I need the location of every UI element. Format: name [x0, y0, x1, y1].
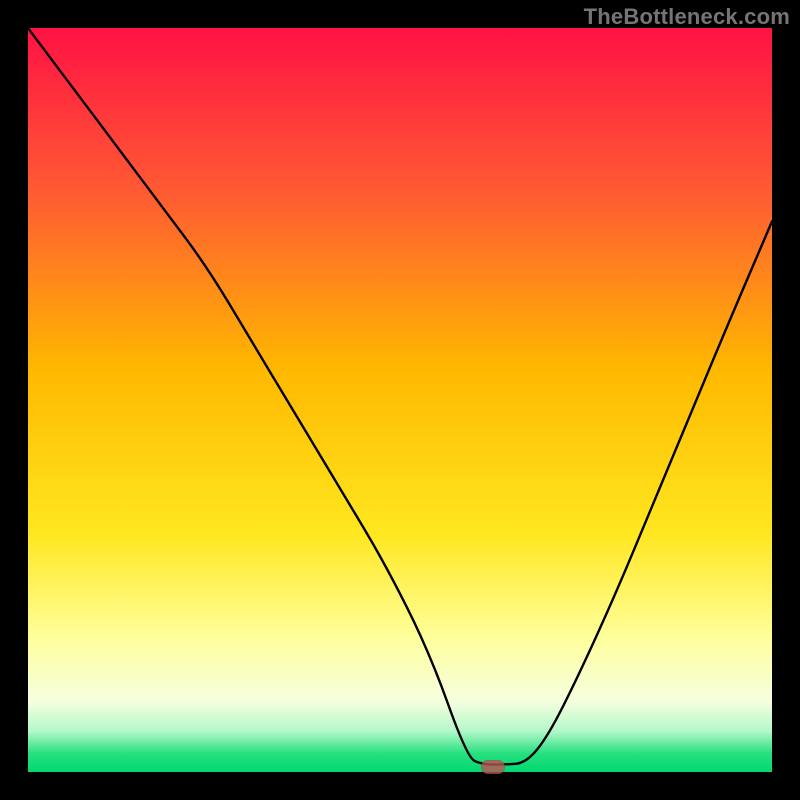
- watermark-text: TheBottleneck.com: [584, 4, 790, 30]
- background-gradient: [28, 28, 772, 772]
- optimum-marker: [481, 760, 505, 774]
- chart-frame: TheBottleneck.com: [0, 0, 800, 800]
- plot-area: [28, 28, 772, 772]
